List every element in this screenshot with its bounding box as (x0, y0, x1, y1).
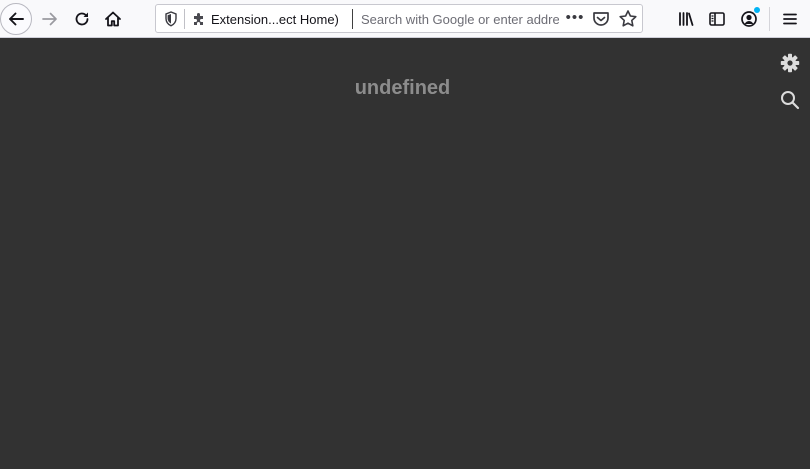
search-icon (781, 91, 800, 110)
puzzle-icon (194, 13, 203, 25)
page-content: undefined (0, 39, 810, 469)
toolbar-divider (769, 7, 770, 31)
reload-button[interactable] (68, 5, 96, 33)
search-button[interactable] (779, 89, 801, 111)
hamburger-menu-icon (783, 13, 797, 25)
shield-icon[interactable] (164, 11, 178, 27)
reload-icon (75, 12, 89, 26)
sidebar-button[interactable] (704, 6, 730, 32)
home-button[interactable] (99, 5, 127, 33)
pocket-icon[interactable] (590, 9, 612, 29)
url-caret-separator (352, 9, 353, 29)
back-button[interactable] (0, 3, 32, 35)
home-icon (105, 11, 121, 27)
star-icon[interactable] (617, 8, 639, 30)
url-bar[interactable]: Extension...ect Home) ••• (155, 4, 643, 33)
library-button[interactable] (673, 6, 699, 32)
page-title: undefined (354, 77, 451, 99)
sidebar-icon (709, 12, 725, 26)
settings-button[interactable] (779, 52, 801, 74)
url-separator (184, 9, 185, 29)
extension-identity-label[interactable]: Extension...ect Home) (211, 12, 346, 27)
menu-button[interactable] (777, 6, 803, 32)
forward-button[interactable] (36, 5, 64, 33)
arrow-left-icon (9, 12, 24, 26)
page-actions-button[interactable]: ••• (564, 9, 586, 29)
browser-toolbar: Extension...ect Home) ••• (0, 0, 810, 38)
arrow-right-icon (42, 12, 57, 26)
search-input[interactable] (361, 9, 559, 29)
library-icon (679, 12, 694, 26)
gear-icon (780, 53, 800, 73)
account-badge (754, 7, 760, 13)
